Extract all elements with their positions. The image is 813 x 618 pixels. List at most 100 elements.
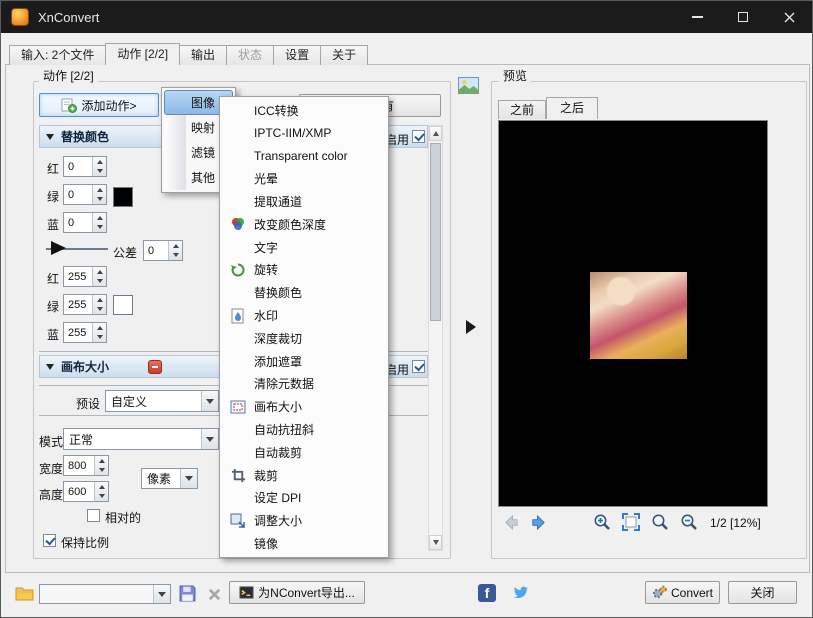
submenu-item-label: 旋转 [254, 263, 279, 278]
submenu-item-canvas-size[interactable]: 画布大小 [222, 395, 386, 418]
spin-buttons[interactable] [92, 323, 106, 342]
enable-checkbox[interactable] [412, 360, 425, 373]
tab-after[interactable]: 之后 [546, 97, 598, 119]
red2-spinner[interactable]: 255 [63, 266, 107, 287]
previous-image-button[interactable] [502, 513, 522, 531]
tab-about[interactable]: 关于 [320, 45, 369, 65]
submenu-item-icc[interactable]: ICC转换 [222, 99, 386, 122]
canvas-size-title: 画布大小 [61, 360, 110, 374]
submenu-item-iptc[interactable]: IPTC-IIM/XMP [222, 122, 386, 145]
save-script-button[interactable] [177, 583, 197, 603]
tolerance-spinner[interactable]: 0 [143, 240, 183, 261]
scroll-thumb[interactable] [430, 143, 441, 321]
width-spinner[interactable]: 800 [63, 455, 109, 476]
zoom-out-button[interactable] [679, 512, 699, 532]
submenu-item-glow[interactable]: 光晕 [222, 167, 386, 190]
zoom-original-button[interactable] [650, 512, 670, 532]
scroll-down-button[interactable] [429, 535, 442, 550]
green1-spinner[interactable]: 0 [63, 184, 107, 205]
twitter-icon[interactable] [509, 583, 531, 603]
tab-input[interactable]: 输入: 2个文件 [9, 45, 107, 65]
submenu-item-label: 改变颜色深度 [254, 217, 327, 232]
menu-icon-slot [226, 421, 250, 439]
blue1-spinner[interactable]: 0 [63, 212, 107, 233]
color-swatch-source[interactable] [113, 187, 133, 207]
submenu-item-resize[interactable]: 调整大小 [222, 509, 386, 532]
spin-buttons[interactable] [94, 456, 108, 475]
submenu-item-clean-metadata[interactable]: 清除元数据 [222, 373, 386, 396]
combo-dropdown-button[interactable] [153, 585, 170, 603]
scroll-up-button[interactable] [429, 126, 442, 141]
actions-scrollbar[interactable] [428, 125, 443, 551]
mode-label: 模式 [39, 435, 64, 449]
collapse-icon[interactable] [46, 363, 54, 370]
spin-buttons[interactable] [92, 295, 106, 314]
open-folder-button[interactable] [13, 584, 35, 602]
submenu-item-label: 添加遮罩 [254, 354, 303, 369]
submenu-item-replace-color[interactable]: 替换颜色 [222, 281, 386, 304]
submenu-item-add-mask[interactable]: 添加遮罩 [222, 350, 386, 373]
submenu-item-mirror[interactable]: 镜像 [222, 532, 386, 555]
submenu-item-color-depth[interactable]: 改变颜色深度 [222, 213, 386, 236]
remove-action-icon[interactable] [148, 360, 162, 374]
menu-item-label: 映射 [191, 121, 216, 135]
spin-buttons[interactable] [92, 267, 106, 286]
zoom-fit-button[interactable] [621, 512, 641, 532]
green2-spinner[interactable]: 255 [63, 294, 107, 315]
add-action-button[interactable]: 添加动作> [39, 93, 159, 117]
height-spinner[interactable]: 600 [63, 481, 109, 502]
combo-dropdown-button[interactable] [201, 429, 218, 449]
submenu-item-auto-deskew[interactable]: 自动抗扭斜 [222, 418, 386, 441]
submenu-item-auto-crop[interactable]: 自动裁剪 [222, 441, 386, 464]
submenu-item-extract-channel[interactable]: 提取通道 [222, 190, 386, 213]
script-combobox[interactable] [39, 584, 171, 604]
close-dialog-button[interactable]: 关闭 [728, 581, 797, 604]
menu-icon-slot [226, 443, 250, 461]
relative-checkbox[interactable] [87, 509, 100, 522]
combo-dropdown-button[interactable] [201, 391, 218, 411]
submenu-item-text[interactable]: 文字 [222, 236, 386, 259]
tolerance-slider[interactable] [46, 240, 108, 256]
facebook-icon[interactable]: f [478, 584, 496, 602]
tab-output[interactable]: 输出 [179, 45, 228, 65]
submenu-item-label: Transparent color [254, 148, 348, 163]
spin-buttons[interactable] [92, 185, 106, 204]
tab-settings[interactable]: 设置 [273, 45, 322, 65]
toggle-preview-button[interactable] [456, 74, 480, 96]
unit-combobox[interactable]: 像素 [141, 468, 198, 489]
next-image-button[interactable] [527, 513, 547, 531]
delete-script-button[interactable] [205, 585, 223, 603]
keep-ratio-checkbox[interactable] [43, 534, 56, 547]
tab-before[interactable]: 之前 [498, 100, 546, 119]
enable-checkbox[interactable] [412, 130, 425, 143]
export-nconvert-button[interactable]: 为NConvert导出... [229, 581, 365, 604]
color-swatch-target[interactable] [113, 295, 133, 315]
menu-icon-slot [226, 375, 250, 393]
submenu-item-transparent-color[interactable]: Transparent color [222, 145, 386, 168]
submenu-item-rotate[interactable]: 旋转 [222, 259, 386, 282]
preview-viewer[interactable] [498, 120, 768, 507]
spin-buttons[interactable] [92, 157, 106, 176]
spin-buttons[interactable] [92, 213, 106, 232]
submenu-item-set-dpi[interactable]: 设定 DPI [222, 487, 386, 510]
zoom-in-button[interactable] [592, 512, 612, 532]
convert-button[interactable]: Convert [645, 581, 720, 604]
submenu-item-deep-crop[interactable]: 深度裁切 [222, 327, 386, 350]
slider-handle[interactable] [51, 241, 66, 255]
tab-actions[interactable]: 动作 [2/2] [105, 43, 181, 65]
minimize-button[interactable] [674, 1, 720, 33]
mode-combobox[interactable]: 正常 [63, 428, 219, 450]
combo-dropdown-button[interactable] [180, 469, 197, 488]
blue2-spinner[interactable]: 255 [63, 322, 107, 343]
expand-preview-arrow[interactable] [466, 320, 476, 334]
red1-spinner[interactable]: 0 [63, 156, 107, 177]
submenu-item-watermark[interactable]: 水印 [222, 304, 386, 327]
spin-buttons[interactable] [168, 241, 182, 260]
tolerance-value: 0 [148, 245, 155, 257]
collapse-icon[interactable] [46, 133, 54, 140]
submenu-item-crop[interactable]: 裁剪 [222, 464, 386, 487]
maximize-button[interactable] [720, 1, 766, 33]
preset-combobox[interactable]: 自定义 [105, 390, 219, 412]
spin-buttons[interactable] [94, 482, 108, 501]
close-button[interactable] [766, 1, 812, 33]
